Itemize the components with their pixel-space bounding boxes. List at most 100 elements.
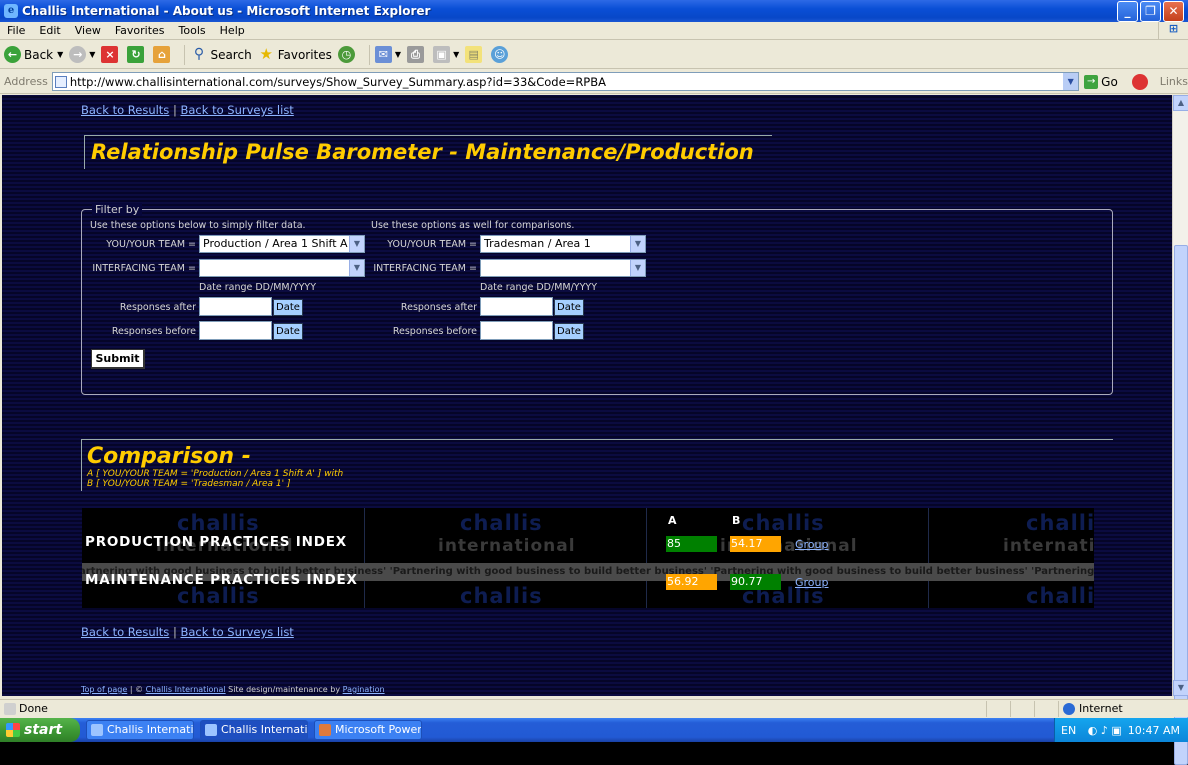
print-button[interactable]: ⎙ <box>407 46 427 63</box>
comparison-header: Comparison - A [ YOU/YOUR TEAM = 'Produc… <box>81 439 1113 491</box>
scroll-down-icon[interactable]: ▼ <box>1173 680 1188 696</box>
menu-favorites[interactable]: Favorites <box>108 24 172 37</box>
left-hint: Use these options below to simply filter… <box>90 220 306 231</box>
page-icon <box>54 75 67 88</box>
back-to-surveys-link[interactable]: Back to Surveys list <box>181 103 294 117</box>
back-to-results-link[interactable]: Back to Results <box>81 103 169 117</box>
right-after-input[interactable] <box>480 297 553 316</box>
popup-blocker-icon[interactable] <box>1131 73 1148 90</box>
browser-window: e Challis International - About us - Mic… <box>0 0 1188 765</box>
left-before-date-button[interactable]: Date <box>273 323 303 340</box>
footer-copyright: | © <box>129 685 144 694</box>
search-button[interactable]: ⚲ Search <box>190 46 252 63</box>
footer-design-text: Site design/maintenance by <box>228 685 341 694</box>
close-button[interactable]: ✕ <box>1163 0 1184 22</box>
back-dropdown-icon[interactable]: ▼ <box>57 50 63 59</box>
vertical-scrollbar[interactable]: ▲ ▼ <box>1172 95 1188 765</box>
maximize-button[interactable]: ❐ <box>1140 0 1161 22</box>
language-indicator[interactable]: EN <box>1055 724 1076 737</box>
address-dropdown-icon[interactable]: ▼ <box>1063 73 1079 90</box>
submit-button[interactable]: Submit <box>91 349 145 369</box>
left-before-input[interactable] <box>199 321 272 340</box>
right-before-input[interactable] <box>480 321 553 340</box>
back-button[interactable]: ← Back ▼ <box>4 46 63 63</box>
window-title: Challis International - About us - Micro… <box>22 4 431 18</box>
menu-edit[interactable]: Edit <box>32 24 67 37</box>
favorites-button[interactable]: ★ Favorites <box>258 46 331 63</box>
edit-button[interactable]: ▣ ▼ <box>433 46 459 63</box>
comparison-title: Comparison - <box>87 444 251 469</box>
refresh-icon: ↻ <box>127 46 145 63</box>
maintenance-group-link[interactable]: Group <box>795 576 829 589</box>
chevron-down-icon: ▼ <box>630 236 645 252</box>
ie-icon <box>91 724 103 736</box>
discuss-icon: ▤ <box>465 46 483 63</box>
watermark-text: challis <box>460 511 543 535</box>
print-icon: ⎙ <box>407 46 425 63</box>
right-you-team-select[interactable]: Tradesman / Area 1 ▼ <box>480 235 646 253</box>
menu-view[interactable]: View <box>68 24 108 37</box>
toolbar-separator <box>368 44 370 65</box>
left-date-range-label: Date range DD/MM/YYYY <box>199 282 317 293</box>
messenger-button[interactable]: ☺ <box>491 46 511 63</box>
tray-icons[interactable]: ◐ ♪ ▣ <box>1088 724 1122 737</box>
mail-dropdown-icon[interactable]: ▼ <box>395 50 401 59</box>
edit-dropdown-icon[interactable]: ▼ <box>453 50 459 59</box>
left-after-date-button[interactable]: Date <box>273 299 303 316</box>
menu-file[interactable]: File <box>0 24 32 37</box>
page-viewport: Back to Results | Back to Surveys list R… <box>2 95 1172 696</box>
watermark-text: challis <box>742 511 825 535</box>
toolbar-separator <box>184 44 186 65</box>
zone-label: Internet <box>1079 702 1123 715</box>
left-you-team-value: Production / Area 1 Shift A <box>203 237 348 250</box>
edit-icon: ▣ <box>433 46 451 63</box>
watermark-text: challis <box>177 511 260 535</box>
back-to-results-link[interactable]: Back to Results <box>81 625 169 639</box>
minimize-button[interactable]: _ <box>1117 0 1138 22</box>
links-button[interactable]: Links <box>1160 75 1188 88</box>
taskbar-item-powerpoint[interactable]: Microsoft Power... <box>314 720 422 740</box>
left-you-team-select[interactable]: Production / Area 1 Shift A ▼ <box>199 235 365 253</box>
search-icon: ⚲ <box>193 46 205 62</box>
mail-icon: ✉ <box>374 46 392 63</box>
address-input[interactable]: http://www.challisinternational.com/surv… <box>51 72 1080 91</box>
forward-dropdown-icon[interactable]: ▼ <box>89 50 95 59</box>
title-bar[interactable]: e Challis International - About us - Mic… <box>0 0 1188 22</box>
security-zone: Internet <box>1058 700 1188 717</box>
maintenance-index-label: MAINTENANCE PRACTICES INDEX <box>85 572 358 588</box>
stop-icon: × <box>101 46 119 63</box>
back-to-surveys-link[interactable]: Back to Surveys list <box>181 625 294 639</box>
address-label: Address <box>4 75 48 88</box>
start-label: start <box>24 722 63 738</box>
watermark-text: international <box>1003 536 1094 556</box>
filter-fieldset: Filter by Use these options below to sim… <box>81 203 1113 395</box>
right-interfacing-select[interactable]: ▼ <box>480 259 646 277</box>
left-after-input[interactable] <box>199 297 272 316</box>
history-button[interactable]: ◷ <box>337 46 358 63</box>
menu-bar: File Edit View Favorites Tools Help ⊞ <box>0 21 1188 40</box>
right-after-date-button[interactable]: Date <box>554 299 584 316</box>
home-button[interactable]: ⌂ <box>153 46 173 63</box>
forward-button[interactable]: → ▼ <box>69 46 95 63</box>
company-link[interactable]: Challis International <box>146 685 226 694</box>
stop-button[interactable]: × <box>101 46 121 63</box>
go-button[interactable]: → Go <box>1084 74 1118 89</box>
start-button[interactable]: start <box>0 718 80 742</box>
taskbar-item-ie-2[interactable]: Challis Internatio... <box>200 720 308 740</box>
taskbar-item-ie-1[interactable]: Challis Internatio... <box>86 720 194 740</box>
mail-button[interactable]: ✉ ▼ <box>374 46 401 63</box>
menu-help[interactable]: Help <box>213 24 252 37</box>
production-group-link[interactable]: Group <box>795 538 829 551</box>
discuss-button[interactable]: ▤ <box>465 46 485 63</box>
home-icon: ⌂ <box>153 46 171 63</box>
refresh-button[interactable]: ↻ <box>127 46 147 63</box>
grid-divider <box>646 508 647 608</box>
designer-link[interactable]: Pagination <box>343 685 385 694</box>
right-before-date-button[interactable]: Date <box>554 323 584 340</box>
watermark-text: challis <box>460 584 543 608</box>
scroll-up-icon[interactable]: ▲ <box>1173 95 1188 111</box>
status-segment <box>1034 700 1058 717</box>
menu-tools[interactable]: Tools <box>172 24 213 37</box>
top-of-page-link[interactable]: Top of page <box>81 685 127 694</box>
left-interfacing-select[interactable]: ▼ <box>199 259 365 277</box>
